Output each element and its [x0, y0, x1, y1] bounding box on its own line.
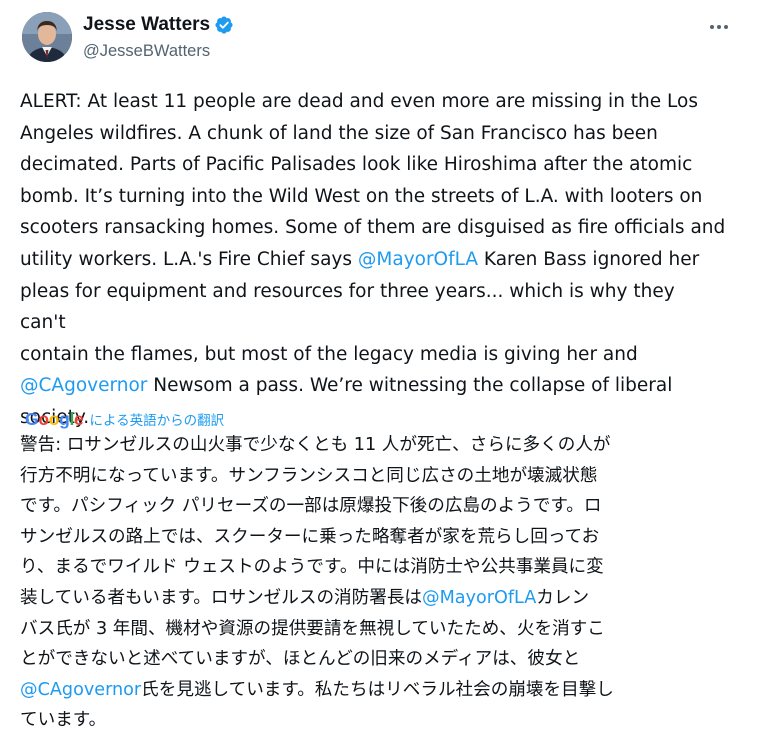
tweet-text-segment: utility workers. L.A.'s Fire Chief says: [20, 248, 358, 270]
author-handle[interactable]: @JesseBWatters: [83, 42, 234, 61]
translation-line: り、まるでワイルド ウェストのようです。中には消防士や公共事業員に変: [20, 557, 604, 578]
tweet-line: decimated. Parts of Pacific Palisades lo…: [20, 154, 693, 176]
google-letter: e: [74, 408, 84, 429]
verified-badge-icon[interactable]: [214, 15, 234, 35]
google-letter: o: [38, 408, 49, 429]
google-letter: o: [48, 408, 60, 429]
google-logo: Google: [25, 408, 84, 430]
translation-mention-governor[interactable]: @CAgovernor: [20, 680, 141, 700]
translation-line: サンゼルスの路上では、スクーターに乗った略奪者が家を荒らし回ってお: [20, 526, 600, 547]
tweet-header: Jesse Watters @JesseBWatters: [22, 12, 740, 68]
google-letter: g: [59, 408, 70, 429]
tweet-line: pleas for equipment and resources for th…: [20, 280, 675, 334]
translated-text: 警告: ロサンゼルスの山火事で少なくとも 11 人が死亡、さらに多くの人が 行方不…: [20, 430, 742, 736]
display-name[interactable]: Jesse Watters: [83, 14, 210, 36]
translation-mention-mayor[interactable]: @MayorOfLA: [422, 588, 536, 608]
translation-line: バス氏が 3 年間、機材や資源の提供要請を無視していたため、火を消すこ: [20, 618, 605, 639]
google-letter: G: [25, 408, 39, 429]
mention-link-governor[interactable]: @CAgovernor: [20, 375, 147, 396]
tweet-line: bomb. It’s turning into the Wild West on…: [20, 185, 703, 207]
tweet-line: Angeles wildfires. A chunk of land the s…: [20, 122, 658, 144]
tweet-text-segment: Karen Bass ignored her: [478, 248, 700, 270]
tweet-text: ALERT: At least 11 people are dead and e…: [20, 86, 726, 434]
translation-line: ています。: [20, 710, 107, 731]
tweet-line: contain the flames, but most of the lega…: [20, 343, 638, 365]
avatar[interactable]: [22, 12, 72, 62]
translation-attribution: Google による英語からの翻訳: [25, 406, 224, 432]
translated-from-english-link[interactable]: による英語からの翻訳: [89, 409, 224, 429]
more-dots-icon: [710, 25, 728, 29]
more-options-button[interactable]: [706, 14, 732, 40]
translation-line: 警告: ロサンゼルスの山火事で少なくとも 11 人が死亡、さらに多くの人が: [20, 435, 611, 455]
tweet-line: ALERT: At least 11 people are dead and e…: [20, 91, 698, 112]
tweet-text-segment: Newsom a pass. We’re witnessing the coll…: [147, 375, 673, 397]
author-names: Jesse Watters @JesseBWatters: [83, 14, 234, 61]
translation-line: 行方不明になっています。サンフランシスコと同じ広さの土地が壊滅状態: [20, 465, 598, 486]
translation-text-segment: カレン: [536, 587, 590, 608]
tweet-line: scooters ransacking homes. Some of them …: [20, 217, 726, 239]
translation-line: とができないと述べていますが、ほとんどの旧来のメディアは、彼女と: [20, 649, 581, 670]
display-name-row: Jesse Watters: [83, 14, 234, 36]
mention-link-mayor[interactable]: @MayorOfLA: [358, 249, 478, 270]
avatar-photo: [22, 12, 72, 62]
translation-text-segment: 氏を見逃しています。私たちはリベラル社会の崩壊を目撃し: [141, 679, 614, 700]
translation-line: です。パシフィック パリセーズの一部は原爆投下後の広島のようです。ロ: [20, 496, 602, 517]
translation-text-segment: 装している者もいます。ロサンゼルスの消防署長は: [20, 587, 423, 608]
